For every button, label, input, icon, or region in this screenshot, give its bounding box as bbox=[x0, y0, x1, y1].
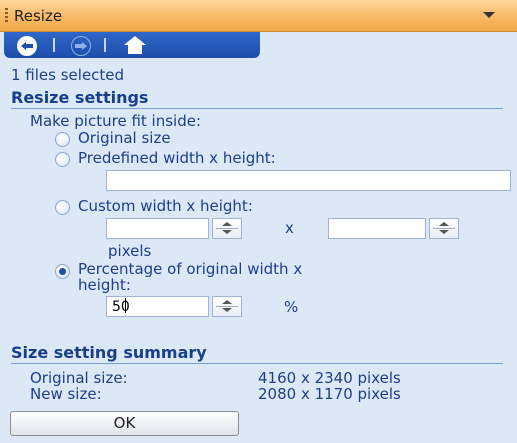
resize-settings-header: Resize settings bbox=[11, 88, 149, 107]
times-separator: x bbox=[285, 219, 294, 237]
size-summary-header: Size setting summary bbox=[11, 343, 207, 362]
new-size-summary-label: New size: bbox=[30, 385, 102, 403]
percentage-label-cont[interactable]: height: bbox=[78, 276, 131, 294]
text-caret bbox=[125, 298, 126, 313]
spin-down-icon bbox=[222, 230, 232, 234]
percentage-spinner[interactable] bbox=[212, 296, 242, 317]
spin-up-icon bbox=[222, 222, 232, 226]
percentage-input[interactable] bbox=[106, 296, 209, 317]
original-size-label[interactable]: Original size bbox=[78, 129, 171, 147]
custom-height-spinner[interactable] bbox=[429, 218, 459, 239]
predefined-size-field[interactable] bbox=[106, 170, 511, 191]
custom-width-spinner[interactable] bbox=[212, 218, 242, 239]
forward-button[interactable] bbox=[62, 35, 102, 56]
pixels-units-label: pixels bbox=[108, 242, 152, 260]
spin-up-icon bbox=[439, 222, 449, 226]
home-icon bbox=[124, 36, 146, 45]
panel-title: Resize bbox=[14, 7, 63, 25]
predefined-size-label[interactable]: Predefined width x height: bbox=[78, 149, 276, 167]
grip-icon bbox=[5, 8, 8, 22]
spin-down-icon bbox=[439, 230, 449, 234]
radio-custom-size[interactable] bbox=[55, 200, 70, 215]
back-button[interactable] bbox=[8, 35, 48, 56]
toolbar-divider bbox=[53, 38, 55, 52]
ok-button[interactable]: OK bbox=[10, 411, 239, 436]
percent-sign: % bbox=[284, 298, 299, 316]
toolbar-divider bbox=[104, 38, 106, 52]
new-size-summary-value: 2080 x 1170 pixels bbox=[258, 385, 401, 403]
custom-width-input[interactable] bbox=[106, 218, 209, 239]
radio-original-size[interactable] bbox=[55, 132, 70, 147]
radio-percentage[interactable] bbox=[55, 264, 70, 279]
collapse-chevron-icon[interactable] bbox=[483, 12, 495, 18]
back-arrow-icon bbox=[17, 36, 37, 56]
divider bbox=[11, 363, 503, 364]
spin-up-icon bbox=[222, 300, 232, 304]
radio-predefined-size[interactable] bbox=[55, 152, 70, 167]
custom-height-input[interactable] bbox=[328, 218, 426, 239]
panel-title-bar: Resize bbox=[0, 0, 517, 32]
spin-down-icon bbox=[222, 308, 232, 312]
fit-inside-label: Make picture fit inside: bbox=[30, 112, 201, 130]
custom-size-label[interactable]: Custom width x height: bbox=[78, 197, 253, 215]
forward-arrow-icon bbox=[71, 36, 91, 56]
nav-toolbar bbox=[4, 32, 260, 58]
files-selected-text: 1 files selected bbox=[11, 66, 125, 84]
home-button[interactable] bbox=[116, 35, 156, 55]
divider bbox=[11, 108, 503, 109]
